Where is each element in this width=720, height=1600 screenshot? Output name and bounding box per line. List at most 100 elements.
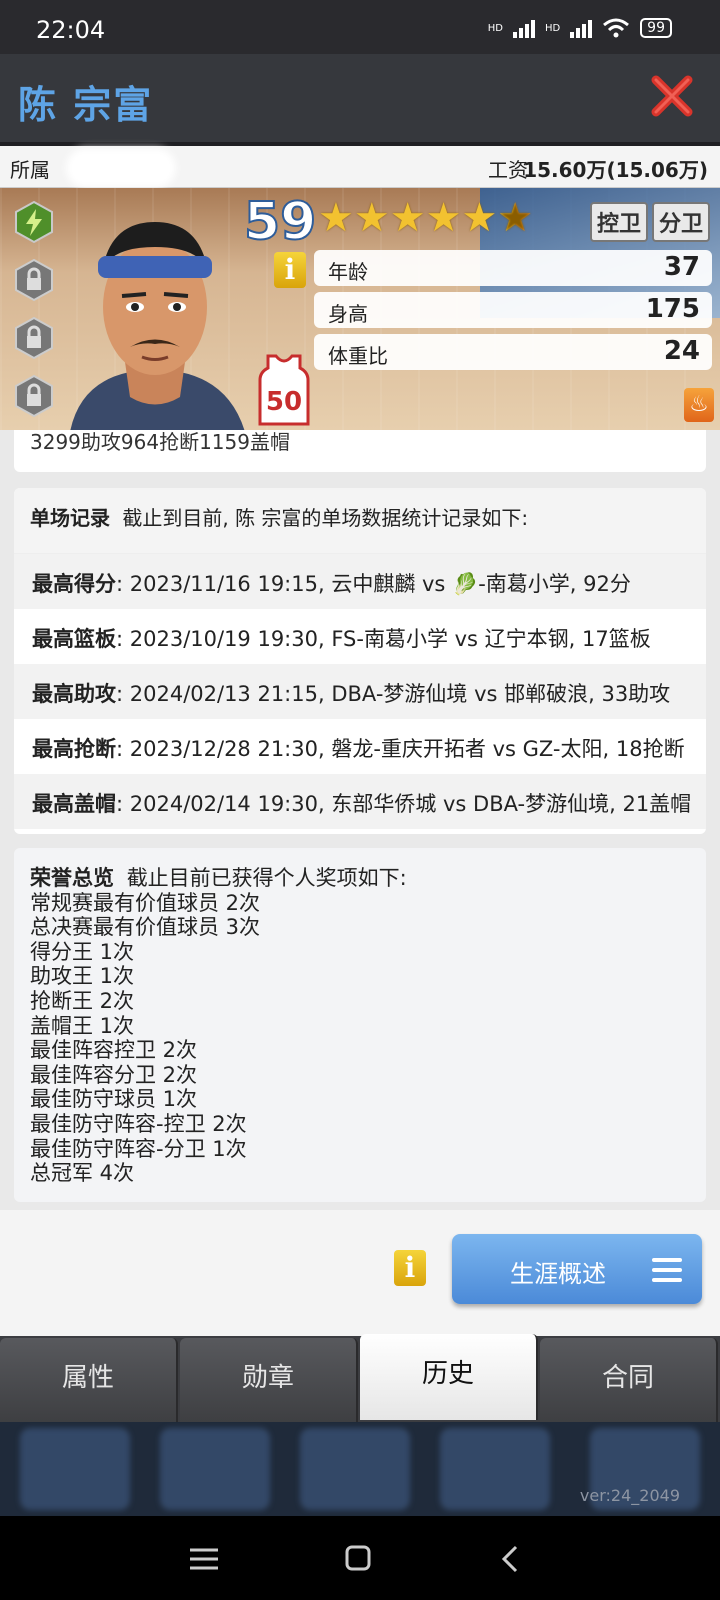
info-icon[interactable]: i [274,252,306,288]
record-text: : 2024/02/14 19:30, 东部华侨城 vs DBA-梦游仙境, 2… [116,792,692,816]
honor-item: 得分王 1次 [30,939,135,964]
clock: 22:04 [36,16,106,44]
jersey-number: 50 [266,387,302,417]
stat-label: 年龄 [328,260,368,284]
wage-label: 工资 [488,158,528,182]
stat-label: 身高 [328,302,368,326]
lock-icon[interactable] [14,316,54,360]
career-overview-label: 生涯概述 [510,1261,606,1288]
redacted-team [66,148,176,188]
star-icon: ★ [389,195,426,241]
position-badge: 分卫 [651,202,710,242]
home-icon[interactable] [338,1542,378,1576]
player-hero: 59 ★ ★ ★ ★ ★ ★ 控卫 分卫 i 年龄 37 身高 175 体重比 … [0,188,720,430]
wifi-icon [603,18,630,38]
record-text: : 2023/12/28 21:30, 磐龙-重庆开拓者 vs GZ-太阳, 1… [116,737,685,761]
nav-ghost-icon[interactable] [20,1428,130,1510]
honor-item: 总冠军 4次 [30,1161,135,1186]
single-game-records: 单场记录 截止到目前, 陈 宗富的单场数据统计记录如下: 最高得分: 2023/… [14,488,706,834]
record-text: : 2023/10/19 19:30, FS-南葛小学 vs 辽宁本钢, 17篮… [116,627,651,651]
hd-label: HD [487,22,503,34]
honor-item: 最佳防守阵容-分卫 1次 [30,1136,247,1161]
affiliation-label: 所属 [10,158,50,182]
back-icon[interactable] [492,1542,532,1576]
stat-label: 体重比 [328,344,388,368]
records-list: 最高得分: 2023/11/16 19:15, 云中麒麟 vs 🥬-南葛小学, … [14,554,706,829]
records-intro: 截止到目前, 陈 宗富的单场数据统计记录如下: [122,506,529,530]
stat-row-height: 身高 175 [314,292,712,328]
honor-item: 盖帽王 1次 [30,1013,135,1038]
tab-contract[interactable]: 合同 [540,1338,718,1422]
stat-row-age: 年龄 37 [314,250,712,286]
lock-icon[interactable] [14,374,54,418]
tab-bar: 属性 勋章 历史 合同 [0,1334,720,1422]
career-overview-button[interactable]: 生涯概述 [452,1234,702,1304]
fire-icon[interactable]: ♨ [684,388,714,422]
tab-attributes[interactable]: 属性 [0,1338,178,1422]
signal-icon [512,18,535,38]
title-bar: 陈 宗富 [0,54,720,142]
record-label: 最高得分 [32,572,116,596]
record-row: 最高抢断: 2023/12/28 21:30, 磐龙-重庆开拓者 vs GZ-太… [14,719,706,774]
record-row: 最高篮板: 2023/10/19 19:30, FS-南葛小学 vs 辽宁本钢,… [14,609,706,664]
player-name: 陈 宗富 [18,83,154,127]
career-stats-tail: 3299助攻964抢断1159盖帽 [14,430,706,472]
half-star-icon: ★ [497,195,534,241]
honor-item: 最佳防守阵容-控卫 2次 [30,1111,247,1136]
close-icon[interactable] [650,74,694,118]
lock-icon[interactable] [14,258,54,302]
honor-item: 常规赛最有价值球员 2次 [30,890,261,915]
menu-icon [652,1258,682,1282]
position-badge: 控卫 [589,202,648,242]
affiliation-bar: 所属 工资 15.60万(15.06万) [0,146,720,188]
star-rating: ★ ★ ★ ★ ★ ★ [318,198,533,238]
record-row: 最高盖帽: 2024/02/14 19:30, 东部华侨城 vs DBA-梦游仙… [14,774,706,829]
honors-header: 荣誉总览 截止目前已获得个人奖项如下: [30,866,690,891]
menu-icon[interactable] [184,1542,224,1576]
career-action-bar: i 生涯概述 [0,1210,720,1336]
info-icon[interactable]: i [394,1250,426,1286]
stat-row-weight-ratio: 体重比 24 [314,334,712,370]
nav-ghost-icon[interactable] [160,1428,270,1510]
nav-ghost-icon[interactable] [440,1428,550,1510]
badge-slots [14,200,54,418]
energy-badge-icon[interactable] [14,200,54,244]
status-icons: HD HD 99 [488,18,672,38]
system-nav-bar [0,1516,720,1600]
honor-item: 抢断王 2次 [30,988,135,1013]
jersey-icon: 50 [258,354,310,426]
tab-history[interactable]: 历史 [360,1334,538,1420]
tab-medals[interactable]: 勋章 [180,1338,358,1422]
honors-overview: 荣誉总览 截止目前已获得个人奖项如下: 常规赛最有价值球员 2次 总决赛最有价值… [14,848,706,1202]
honor-item: 总决赛最有价值球员 3次 [30,915,261,940]
records-header: 单场记录 截止到目前, 陈 宗富的单场数据统计记录如下: [14,488,706,554]
records-title: 单场记录 [30,506,110,530]
signal-icon-2 [570,18,593,38]
player-avatar [70,222,245,430]
record-text: : 2023/11/16 19:15, 云中麒麟 vs 🥬-南葛小学, 92分 [116,572,631,596]
hd-label-2: HD [544,22,561,34]
honors-intro: 截止目前已获得个人奖项如下: [126,866,407,890]
record-row: 最高助攻: 2024/02/13 21:15, DBA-梦游仙境 vs 邯郸破浪… [14,664,706,719]
honor-item: 最佳阵容分卫 2次 [30,1062,198,1087]
record-label: 最高盖帽 [32,792,116,816]
wage-value: 15.60万(15.06万) [523,158,708,182]
star-icon: ★ [425,195,462,241]
history-content[interactable]: 3299助攻964抢断1159盖帽 单场记录 截止到目前, 陈 宗富的单场数据统… [0,430,720,1336]
overall-rating: 59 [243,191,317,253]
nav-ghost-icon[interactable] [300,1428,410,1510]
stat-value: 37 [663,252,700,282]
stat-value: 24 [663,336,700,366]
record-label: 最高助攻 [32,682,116,706]
honor-item: 最佳防守球员 1次 [30,1087,198,1112]
honor-item: 助攻王 1次 [30,964,135,989]
record-row: 最高得分: 2023/11/16 19:15, 云中麒麟 vs 🥬-南葛小学, … [14,554,706,609]
stat-value: 175 [645,294,700,324]
star-icon: ★ [353,195,390,241]
positions: 控卫 分卫 [589,202,710,242]
version-label: ver:24_2049 [579,1486,680,1505]
record-label: 最高抢断 [32,737,116,761]
record-text: : 2024/02/13 21:15, DBA-梦游仙境 vs 邯郸破浪, 33… [116,682,671,706]
honors-title: 荣誉总览 [30,866,114,890]
status-bar: 22:04 HD HD 99 [0,0,720,54]
